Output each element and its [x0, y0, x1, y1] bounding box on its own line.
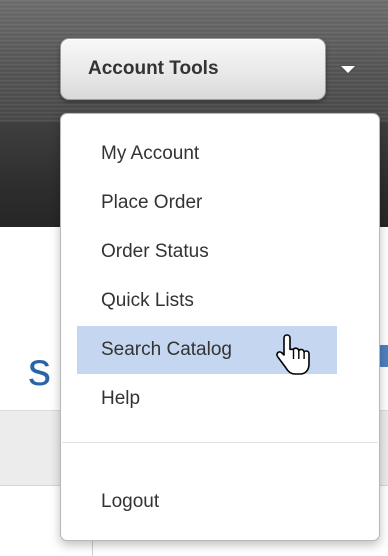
menu-item-label: Quick Lists	[101, 290, 194, 311]
account-tools-menu: My Account Place Order Order Status Quic…	[60, 113, 380, 541]
account-tools-button[interactable]: Account Tools	[60, 38, 355, 100]
menu-item-label: My Account	[101, 143, 200, 164]
hand-pointer-icon	[276, 334, 310, 375]
menu-item-label: Search Catalog	[101, 339, 232, 360]
menu-item-logout[interactable]: Logout	[75, 478, 355, 526]
page-heading-partial: s	[28, 343, 51, 395]
menu-item-help[interactable]: Help	[75, 375, 355, 423]
menu-item-label: Logout	[101, 491, 160, 512]
menu-item-order-status[interactable]: Order Status	[75, 228, 355, 276]
menu-item-label: Order Status	[101, 241, 209, 262]
menu-item-label: Help	[101, 388, 141, 409]
menu-item-quick-lists[interactable]: Quick Lists	[75, 277, 355, 325]
menu-item-place-order[interactable]: Place Order	[75, 179, 355, 227]
menu-divider	[62, 442, 378, 443]
account-tools-label: Account Tools	[88, 58, 219, 79]
menu-item-my-account[interactable]: My Account	[75, 130, 355, 178]
chevron-down-icon	[341, 66, 355, 73]
menu-item-label: Place Order	[101, 192, 203, 213]
